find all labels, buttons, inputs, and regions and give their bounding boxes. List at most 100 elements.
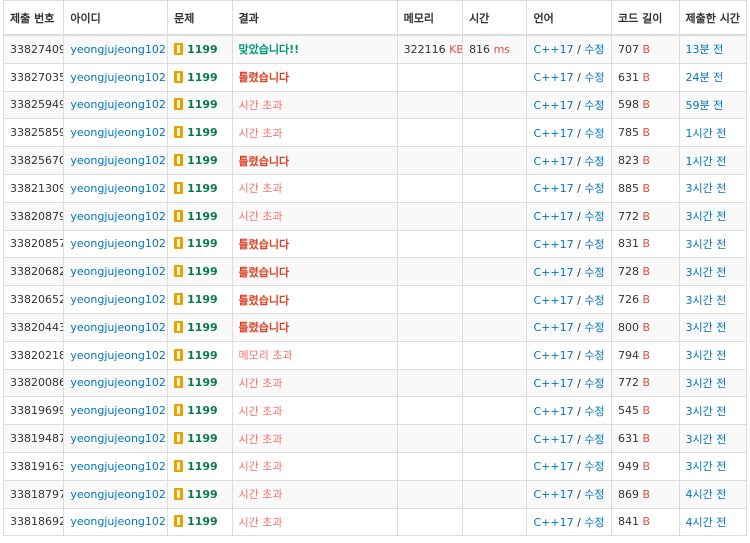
- user-id-link[interactable]: yeongjujeong1021: [70, 404, 166, 417]
- language-link[interactable]: C++17: [533, 488, 573, 501]
- language-link[interactable]: C++17: [533, 155, 573, 168]
- result-status: 메모리 초과: [238, 349, 293, 363]
- user-id-link[interactable]: yeongjujeong1021: [70, 98, 166, 111]
- submitted-at-link[interactable]: 4시간 전: [686, 488, 727, 501]
- submitted-at-link[interactable]: 3시간 전: [686, 238, 727, 251]
- edit-link[interactable]: 수정: [584, 460, 604, 473]
- language-link[interactable]: C++17: [533, 238, 573, 251]
- submitted-at-link[interactable]: 3시간 전: [686, 321, 727, 334]
- edit-link[interactable]: 수정: [584, 238, 604, 251]
- edit-link[interactable]: 수정: [584, 294, 604, 307]
- language-link[interactable]: C++17: [533, 294, 573, 307]
- user-id-link[interactable]: yeongjujeong1021: [70, 71, 166, 84]
- time-cell: [462, 507, 528, 537]
- edit-link[interactable]: 수정: [584, 155, 604, 168]
- submitted-at-link[interactable]: 3시간 전: [686, 433, 727, 446]
- table-row: 33819487 yeongjujeong1021 1199 시간 초과 C++17 /…: [2, 424, 747, 453]
- code-length-unit: B: [642, 293, 651, 307]
- submitted-at-link[interactable]: 24분 전: [686, 71, 724, 84]
- problem-link[interactable]: 1199: [187, 293, 218, 306]
- submitted-at-link[interactable]: 3시간 전: [686, 210, 727, 223]
- problem-link[interactable]: 1199: [187, 154, 218, 167]
- code-length-value: 841: [618, 515, 640, 529]
- problem-link[interactable]: 1199: [187, 43, 218, 56]
- table-row: 33825670 yeongjujeong1021 1199 틀렸습니다 C++17 /…: [2, 146, 747, 175]
- language-link[interactable]: C++17: [533, 321, 573, 334]
- problem-link[interactable]: 1199: [187, 98, 218, 111]
- problem-link[interactable]: 1199: [187, 460, 218, 473]
- edit-link[interactable]: 수정: [584, 377, 604, 390]
- user-id-link[interactable]: yeongjujeong1021: [70, 154, 166, 167]
- problem-link[interactable]: 1199: [187, 488, 218, 501]
- language-link[interactable]: C++17: [533, 127, 573, 140]
- language-link[interactable]: C++17: [533, 71, 573, 84]
- language-link[interactable]: C++17: [533, 182, 573, 195]
- language-link[interactable]: C++17: [533, 349, 573, 362]
- language-link[interactable]: C++17: [533, 460, 573, 473]
- user-id-link[interactable]: yeongjujeong1021: [70, 43, 166, 56]
- edit-link[interactable]: 수정: [584, 266, 604, 279]
- problem-link[interactable]: 1199: [187, 210, 218, 223]
- problem-link[interactable]: 1199: [187, 71, 218, 84]
- problem-link[interactable]: 1199: [187, 376, 218, 389]
- edit-link[interactable]: 수정: [584, 349, 604, 362]
- edit-link[interactable]: 수정: [584, 182, 604, 195]
- edit-link[interactable]: 수정: [584, 321, 604, 334]
- submitted-at-link[interactable]: 3시간 전: [686, 349, 727, 362]
- language-link[interactable]: C++17: [533, 99, 573, 112]
- problem-link[interactable]: 1199: [187, 404, 218, 417]
- user-id-link[interactable]: yeongjujeong1021: [70, 126, 166, 139]
- user-id-link[interactable]: yeongjujeong1021: [70, 349, 166, 362]
- language-link[interactable]: C++17: [533, 266, 573, 279]
- user-id-link[interactable]: yeongjujeong1021: [70, 460, 166, 473]
- edit-link[interactable]: 수정: [584, 516, 604, 529]
- edit-link[interactable]: 수정: [584, 127, 604, 140]
- submitted-at-link[interactable]: 3시간 전: [686, 266, 727, 279]
- user-id-link[interactable]: yeongjujeong1021: [70, 515, 166, 528]
- submitted-at-link[interactable]: 1시간 전: [686, 155, 727, 168]
- problem-link[interactable]: 1199: [187, 265, 218, 278]
- tier-badge-icon: [174, 209, 184, 222]
- language-link[interactable]: C++17: [533, 43, 573, 56]
- code-length-value: 726: [618, 293, 640, 307]
- user-id-link[interactable]: yeongjujeong1021: [70, 237, 166, 250]
- user-id-link[interactable]: yeongjujeong1021: [70, 488, 166, 501]
- edit-link[interactable]: 수정: [584, 71, 604, 84]
- language-link[interactable]: C++17: [533, 433, 573, 446]
- language-link[interactable]: C++17: [533, 516, 573, 529]
- user-id-link[interactable]: yeongjujeong1021: [70, 182, 166, 195]
- code-length-value: 794: [618, 348, 640, 362]
- submitted-at-link[interactable]: 3시간 전: [686, 377, 727, 390]
- problem-link[interactable]: 1199: [187, 321, 218, 334]
- submitted-at-link[interactable]: 59분 전: [686, 99, 724, 112]
- language-link[interactable]: C++17: [533, 405, 573, 418]
- problem-link[interactable]: 1199: [187, 515, 218, 528]
- language-link[interactable]: C++17: [533, 377, 573, 390]
- submitted-at-link[interactable]: 3시간 전: [686, 294, 727, 307]
- problem-link[interactable]: 1199: [187, 126, 218, 139]
- user-id-link[interactable]: yeongjujeong1021: [70, 265, 166, 278]
- edit-link[interactable]: 수정: [584, 43, 604, 56]
- edit-link[interactable]: 수정: [584, 488, 604, 501]
- edit-link[interactable]: 수정: [584, 433, 604, 446]
- problem-link[interactable]: 1199: [187, 349, 218, 362]
- problem-link[interactable]: 1199: [187, 432, 218, 445]
- edit-link[interactable]: 수정: [584, 405, 604, 418]
- submitted-at-link[interactable]: 13분 전: [686, 43, 724, 56]
- language-link[interactable]: C++17: [533, 210, 573, 223]
- submitted-at-link[interactable]: 4시간 전: [686, 516, 727, 529]
- user-id-link[interactable]: yeongjujeong1021: [70, 321, 166, 334]
- problem-link[interactable]: 1199: [187, 182, 218, 195]
- problem-link[interactable]: 1199: [187, 237, 218, 250]
- submitted-at-link[interactable]: 1시간 전: [686, 127, 727, 140]
- submitted-at-link[interactable]: 3시간 전: [686, 182, 727, 195]
- user-id-link[interactable]: yeongjujeong1021: [70, 376, 166, 389]
- edit-link[interactable]: 수정: [584, 210, 604, 223]
- user-id-link[interactable]: yeongjujeong1021: [70, 210, 166, 223]
- user-id-link[interactable]: yeongjujeong1021: [70, 293, 166, 306]
- result-status: 틀렸습니다: [238, 154, 290, 168]
- user-id-link[interactable]: yeongjujeong1021: [70, 432, 166, 445]
- submitted-at-link[interactable]: 3시간 전: [686, 460, 727, 473]
- submitted-at-link[interactable]: 3시간 전: [686, 405, 727, 418]
- edit-link[interactable]: 수정: [584, 99, 604, 112]
